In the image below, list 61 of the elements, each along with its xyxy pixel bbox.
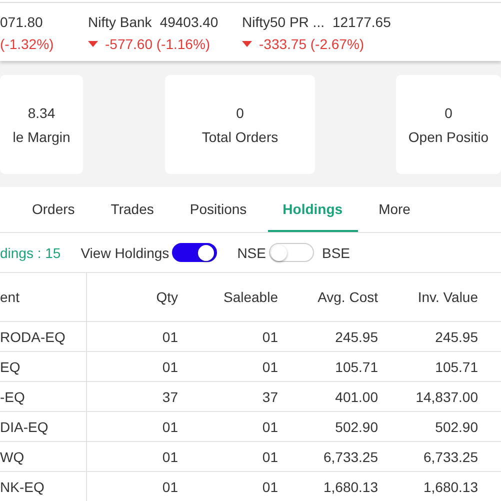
tab[interactable]: Orders — [17, 187, 90, 232]
tab[interactable]: Positions — [174, 187, 262, 232]
table-cell-text: 01 — [161, 358, 179, 376]
table-cell: DIA-EQ — [0, 412, 87, 441]
down-triangle-icon — [88, 41, 98, 47]
column-header: Avg. Cost — [316, 288, 379, 307]
toggle-label: BSE — [322, 244, 350, 260]
table-cell-text: 245.95 — [434, 328, 479, 346]
table-cell-text: 01 — [261, 478, 279, 496]
table-cell-text: 401.00 — [334, 388, 379, 406]
table-cell: EQ — [0, 352, 87, 381]
table-cell-text: 01 — [261, 448, 279, 466]
card-value: 0 — [444, 104, 452, 120]
table-cell-text: 105.71 — [434, 358, 479, 376]
table-cell-text: 105.71 — [334, 358, 379, 376]
down-triangle-icon — [242, 41, 252, 47]
exchange-toggle[interactable] — [268, 243, 314, 262]
holdings-count: dings : 15 — [0, 244, 61, 260]
card-value: 0 — [236, 104, 244, 120]
toggle-label: NSE — [237, 244, 266, 260]
index-change: -577.60 (-1.16%) — [105, 36, 210, 52]
card-label: le Margin — [12, 128, 70, 144]
table-cell: WQ — [0, 442, 87, 471]
column-header: Qty — [155, 288, 179, 307]
card-label: Total Orders — [202, 128, 278, 144]
table-cell-text: 502.90 — [334, 418, 379, 436]
table-cell-text: 245.95 — [334, 328, 379, 346]
table-cell-text: 6,733.25 — [322, 448, 379, 466]
table-cell-text: 6,733.25 — [422, 448, 479, 466]
index-price: 071.80 — [0, 14, 43, 30]
table-cell-text: 01 — [161, 418, 179, 436]
card-label: Open Positio — [408, 128, 489, 144]
table-cell-text: 01 — [161, 478, 179, 496]
table-cell-text: 01 — [161, 448, 179, 466]
index-price: 49403.40 — [160, 14, 218, 30]
table-cell-text: 1,680.13 — [422, 478, 479, 496]
table-cell: RODA-EQ — [0, 322, 87, 351]
tab[interactable]: More — [364, 187, 426, 232]
table-cell: -EQ — [0, 382, 87, 411]
index-name: Nifty Bank — [88, 14, 152, 30]
table-cell-text: 37 — [261, 388, 279, 406]
table-cell: NK-EQ — [0, 472, 87, 501]
toggle-label: View Holdings — [80, 244, 170, 260]
table-cell-text: 14,837.00 — [414, 388, 479, 406]
card-value: 8.34 — [28, 104, 56, 120]
tab[interactable]: Trades — [96, 187, 169, 232]
table-cell-text: 01 — [261, 358, 279, 376]
view-holdings-toggle[interactable] — [172, 243, 218, 262]
table-cell-text: 01 — [261, 418, 279, 436]
column-header: ent — [0, 273, 87, 321]
table-cell-text: 502.90 — [434, 418, 479, 436]
column-header: Inv. Value — [416, 288, 479, 307]
table-cell-text: 1,680.13 — [322, 478, 379, 496]
index-change: -333.75 (-2.67%) — [259, 36, 364, 52]
index-change: (-1.32%) — [0, 36, 54, 52]
index-price: 12177.65 — [332, 14, 391, 30]
table-cell-text: 01 — [161, 328, 179, 346]
table-cell-text: 37 — [161, 388, 179, 406]
table-cell-text: 01 — [261, 328, 279, 346]
index-name: Nifty50 PR ... — [242, 14, 324, 30]
column-header: Saleable — [222, 288, 279, 307]
